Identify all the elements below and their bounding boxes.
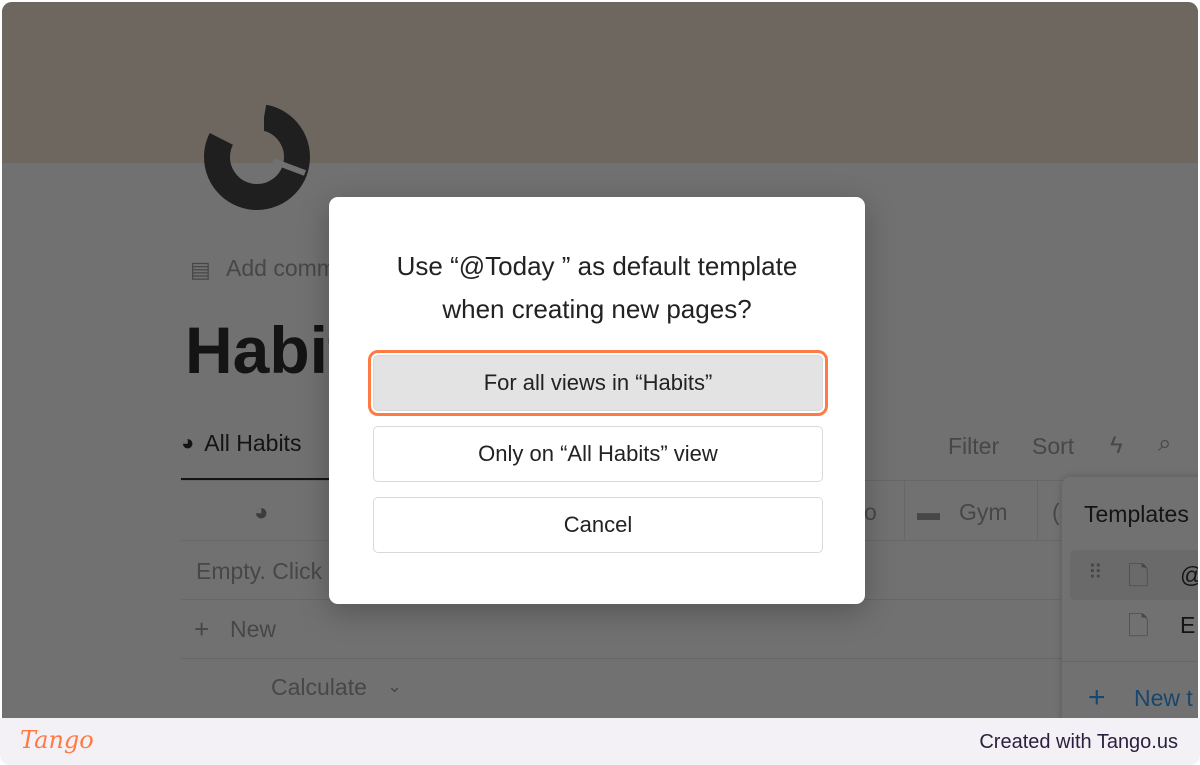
tango-logo: Tango (20, 726, 94, 754)
plus-icon: + (194, 614, 210, 644)
page-icon: 🗋 (1128, 611, 1149, 641)
chevron-down-icon: ⌄ (387, 676, 403, 696)
calculate-button[interactable]: Calculate (271, 674, 367, 701)
column-header[interactable]: ( (1052, 499, 1060, 526)
template-label: E (1180, 612, 1196, 638)
column-header-gym[interactable]: Gym (959, 499, 1008, 526)
for-all-views-button[interactable]: For all views in “Habits” (368, 350, 828, 416)
drag-handle-icon[interactable]: ⠿ (1088, 560, 1103, 585)
filter-button[interactable]: Filter (948, 433, 999, 460)
dialog-title-line: Use “@Today ” as default template (396, 251, 798, 281)
page-cover[interactable] (2, 2, 1198, 163)
empty-row-text[interactable]: Empty. Click (196, 558, 322, 585)
new-template-button[interactable]: New t (1134, 685, 1193, 712)
tango-footer: Tango Created with Tango.us (0, 718, 1200, 765)
chart-icon: ◕ (181, 430, 195, 455)
new-row-button[interactable]: New (230, 616, 276, 643)
dialog-title-line: when creating new pages? (442, 294, 752, 324)
tango-credit: Created with Tango.us (979, 731, 1178, 753)
page-icon: 🗋 (1128, 561, 1149, 591)
only-this-view-button[interactable]: Only on “All Habits” view (373, 426, 823, 482)
cancel-button[interactable]: Cancel (373, 497, 823, 553)
template-label: @ (1180, 562, 1198, 589)
automation-bolt-icon[interactable]: ϟ (1110, 432, 1123, 460)
dumbbell-icon: ▬ (917, 499, 940, 525)
tab-all-habits[interactable]: ◕ All Habits (181, 430, 342, 480)
template-item-today[interactable]: ⠿ 🗋 @ (1070, 550, 1198, 600)
column-chart-icon: ◕ (254, 499, 269, 526)
templates-panel: Templates ⠿ 🗋 @ 🗋 E + New t (1062, 477, 1198, 718)
comment-icon: ▤ (190, 257, 211, 282)
templates-title: Templates (1084, 501, 1189, 527)
search-icon[interactable]: ⌕ (1158, 430, 1171, 458)
template-item[interactable]: 🗋 E (1070, 602, 1198, 650)
page-icon-chart[interactable] (203, 103, 313, 213)
column-header[interactable]: o (864, 499, 877, 526)
dialog-title: Use “@Today ” as default template when c… (329, 245, 865, 331)
plus-icon: + (1088, 681, 1106, 714)
default-template-dialog: Use “@Today ” as default template when c… (329, 197, 865, 604)
sort-button[interactable]: Sort (1032, 433, 1074, 460)
